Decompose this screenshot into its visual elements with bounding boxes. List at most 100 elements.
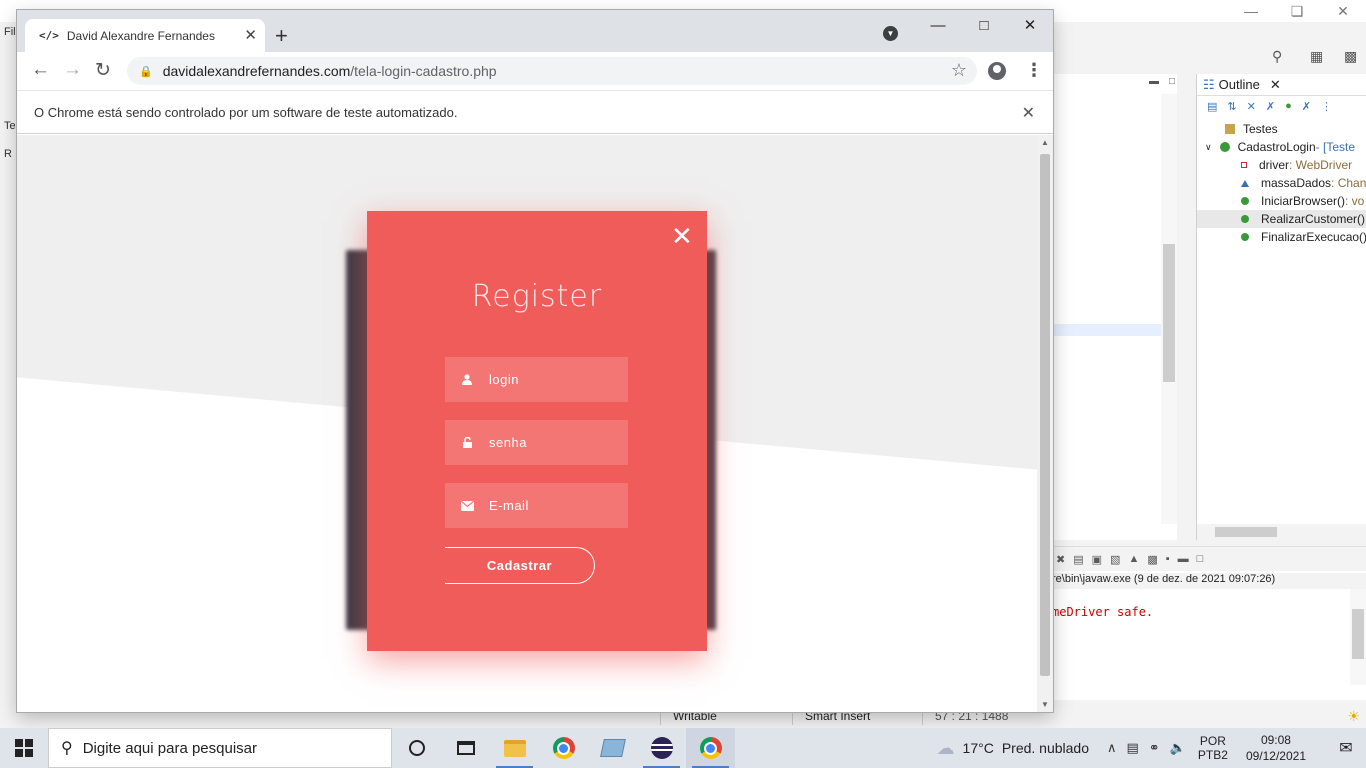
email-input[interactable]	[489, 498, 619, 513]
eclipse-window-controls: — ❏ ✕	[1228, 0, 1366, 22]
lock-icon[interactable]: 🔒	[139, 65, 153, 78]
hide-local-icon[interactable]: ✗	[1302, 100, 1311, 113]
outline-tab[interactable]: ☷ Outline ✕	[1197, 74, 1366, 96]
collapse-all-icon[interactable]: ▤	[1207, 100, 1217, 113]
public-method-icon	[1241, 215, 1249, 223]
view-menu-icon[interactable]: ⋮	[1321, 100, 1332, 113]
tray-icons: ∧ ▤ ⚭ 🔈	[1107, 740, 1186, 756]
device-icon[interactable]: ▤	[1127, 740, 1139, 756]
outline-item[interactable]: Testes	[1197, 120, 1366, 138]
console-view: ✖ ▤ ▣ ▧ ▲ ▩ ▪ ▬ □ re\bin\javaw.exe (9 de…	[1052, 546, 1366, 700]
outline-item[interactable]: FinalizarExecucao()	[1197, 228, 1366, 246]
login-input[interactable]	[489, 372, 619, 387]
address-bar[interactable]: 🔒 davidalexandrefernandes.com/tela-login…	[127, 57, 977, 85]
search-icon[interactable]: ⚲	[1272, 48, 1282, 65]
pin-console-icon[interactable]: ▲	[1128, 553, 1139, 565]
close-tab-icon[interactable]: ✕	[244, 26, 257, 44]
minimize-icon[interactable]: —	[1228, 0, 1274, 22]
forward-arrow-icon[interactable]: →	[63, 59, 82, 81]
start-button[interactable]	[0, 728, 48, 768]
outline-item[interactable]: IniciarBrowser() : vo	[1197, 192, 1366, 210]
chevron-down-icon[interactable]: ∨	[1205, 142, 1212, 153]
word-wrap-icon[interactable]: ▧	[1110, 553, 1120, 566]
console-scrollbar[interactable]	[1350, 589, 1366, 685]
clock-date: 09/12/2021	[1245, 749, 1306, 763]
profile-avatar-icon[interactable]	[988, 62, 1006, 80]
minimize-icon[interactable]: ▬	[1178, 553, 1189, 565]
clear-console-icon[interactable]: ▤	[1073, 553, 1083, 566]
chrome-taskbar-button[interactable]	[539, 728, 588, 768]
close-icon[interactable]: ✕	[1270, 77, 1281, 93]
clock[interactable]: 09:08 09/12/2021	[1246, 732, 1306, 764]
eclipse-taskbar-button[interactable]	[637, 728, 686, 768]
file-menu-label[interactable]: Fil	[4, 26, 16, 38]
email-field[interactable]	[445, 483, 628, 528]
language-indicator[interactable]: POR PTB2	[1198, 734, 1228, 762]
eclipse-left-strip: Fil Tes R	[0, 22, 21, 712]
taskbar-search[interactable]: ⚲ Digite aqui para pesquisar	[48, 728, 392, 768]
reload-icon[interactable]: ↻	[95, 59, 111, 82]
maximize-icon[interactable]: □	[1169, 76, 1175, 87]
cortana-button[interactable]	[392, 728, 441, 768]
hide-fields-icon[interactable]: ✕	[1247, 100, 1256, 113]
tip-icon[interactable]: ☀	[1347, 708, 1360, 725]
url-path: /tela-login-cadastro.php	[350, 63, 497, 79]
minimize-icon[interactable]: ▬	[1149, 76, 1159, 87]
outline-item[interactable]: driver : WebDriver	[1197, 156, 1366, 174]
browser-tab[interactable]: </> David Alexandre Fernandes ✕	[25, 19, 265, 52]
language-code: POR	[1199, 734, 1226, 748]
restore-icon[interactable]: ❏	[1274, 0, 1320, 22]
new-tab-icon[interactable]: +	[275, 23, 288, 49]
editor-area: ▬ □	[1052, 74, 1177, 540]
minimize-icon[interactable]: —	[915, 10, 961, 40]
back-arrow-icon[interactable]: ←	[31, 59, 50, 81]
login-field[interactable]	[445, 357, 628, 402]
infobar-text: O Chrome está sendo controlado por um so…	[34, 104, 458, 120]
close-infobar-icon[interactable]: ✕	[1022, 103, 1035, 123]
close-icon[interactable]: ✕	[1320, 0, 1366, 22]
task-view-button[interactable]	[441, 728, 490, 768]
bookmark-star-icon[interactable]: ☆	[951, 60, 967, 81]
scroll-up-icon[interactable]: ▲	[1041, 138, 1049, 147]
notification-icon[interactable]: ✉	[1326, 738, 1366, 758]
perspective-icon[interactable]: ▦	[1310, 48, 1323, 65]
chrome-taskbar-button-2[interactable]	[686, 728, 735, 768]
close-icon[interactable]: ✕	[1007, 10, 1053, 40]
browser-toolbar: ← → ↻ 🔒 davidalexandrefernandes.com/tela…	[17, 52, 1053, 90]
outline-item[interactable]: RealizarCustomer()	[1197, 210, 1366, 228]
weather-widget[interactable]: ☁ 17°C Pred. nublado	[937, 738, 1089, 759]
open-console-icon[interactable]: ▪	[1166, 553, 1170, 565]
outline-item[interactable]: ∨ CadastroLogin - [Teste	[1197, 138, 1366, 156]
chevron-up-icon[interactable]: ∧	[1107, 740, 1117, 756]
password-input[interactable]	[489, 435, 619, 450]
wifi-icon[interactable]: ⚭	[1149, 740, 1160, 756]
url-host: davidalexandrefernandes.com	[162, 63, 351, 79]
volume-icon[interactable]: 🔈	[1170, 740, 1186, 756]
outline-scrollbar[interactable]	[1197, 524, 1366, 540]
kebab-menu-icon[interactable]: ⋮	[1025, 60, 1043, 81]
scroll-down-icon[interactable]: ▼	[1041, 700, 1049, 709]
editor-scrollbar[interactable]	[1161, 94, 1177, 524]
maximize-icon[interactable]: □	[961, 10, 1007, 40]
cadastrar-button[interactable]: Cadastrar	[445, 547, 595, 584]
tab-search-icon[interactable]: ▼	[883, 26, 898, 41]
system-tray: ☁ 17°C Pred. nublado ∧ ▤ ⚭ 🔈 POR PTB2 09…	[937, 728, 1366, 768]
display-console-icon[interactable]: ▩	[1147, 553, 1157, 566]
page-scrollbar[interactable]: ▲ ▼	[1037, 135, 1053, 712]
sort-icon[interactable]: ⇅	[1227, 100, 1236, 113]
scroll-thumb[interactable]	[1040, 154, 1050, 676]
remove-launch-icon[interactable]: ✖	[1056, 553, 1065, 566]
close-modal-icon[interactable]: ✕	[671, 223, 693, 249]
cortana-icon	[408, 740, 425, 756]
outline-item[interactable]: massaDados : Chan	[1197, 174, 1366, 192]
password-field[interactable]	[445, 420, 628, 465]
java-perspective-icon[interactable]: ▩	[1344, 48, 1357, 65]
eclipse-icon	[650, 737, 673, 759]
hide-static-icon[interactable]: ✗	[1266, 100, 1275, 113]
scroll-lock-icon[interactable]: ▣	[1092, 553, 1102, 566]
file-explorer-button[interactable]	[490, 728, 539, 768]
hide-nonpublic-icon[interactable]: ●	[1285, 100, 1292, 113]
lock-icon	[445, 437, 489, 448]
maximize-icon[interactable]: □	[1197, 553, 1204, 565]
app-taskbar-button[interactable]	[588, 728, 637, 768]
